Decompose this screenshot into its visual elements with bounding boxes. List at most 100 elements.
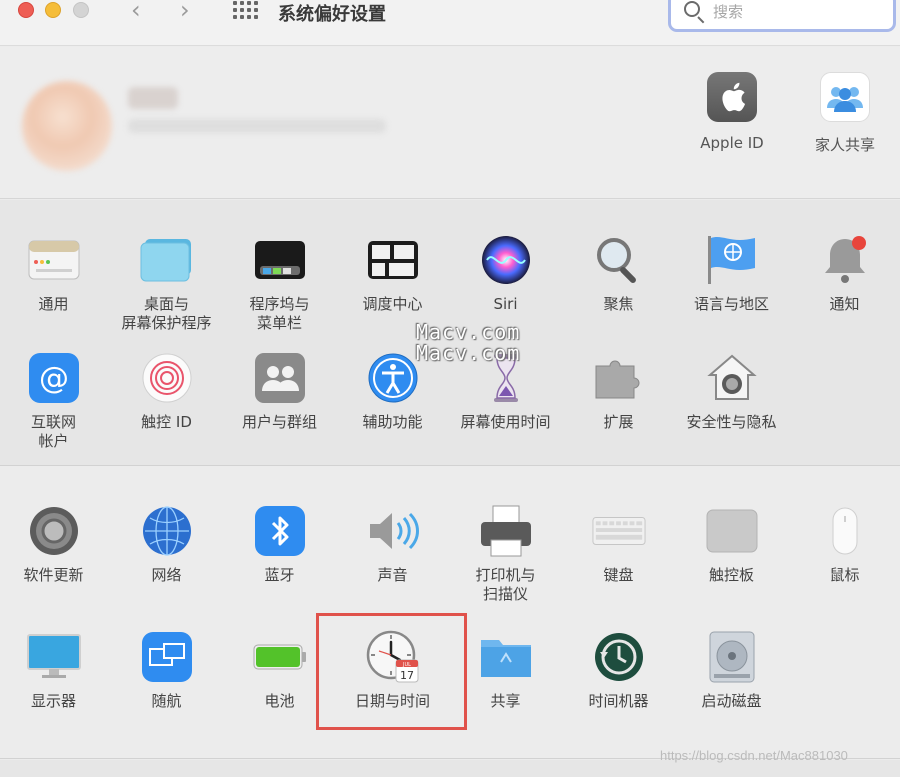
pref-extensions[interactable]: 扩展 (562, 351, 675, 432)
spotlight-label: 聚焦 (603, 295, 634, 313)
general-icon (27, 233, 81, 287)
pref-displays[interactable]: 显示器 (0, 630, 110, 711)
pref-users-groups[interactable]: 用户与群组 (223, 351, 336, 432)
printer-icon (479, 504, 533, 558)
language-flag-icon (705, 233, 759, 287)
pref-internet-accounts[interactable]: @ 互联网 帐户 (0, 351, 110, 451)
siri-icon (479, 233, 533, 287)
pref-mission-control[interactable]: 调度中心 (336, 233, 449, 314)
security-privacy-label: 安全性与隐私 (686, 413, 777, 431)
keyboard-icon (591, 504, 646, 558)
fingerprint-icon (140, 351, 194, 405)
displays-label: 显示器 (30, 692, 76, 710)
account-subtitle-blurred (128, 119, 386, 133)
pref-trackpad[interactable]: 触控板 (675, 504, 788, 585)
pref-security-privacy[interactable]: 安全性与隐私 (675, 351, 788, 432)
accessibility-person-icon (366, 351, 420, 405)
trackpad-icon (705, 504, 759, 558)
time-machine-label: 时间机器 (588, 692, 649, 710)
pref-notifications[interactable]: 通知 (788, 233, 900, 314)
dock-menubar-label: 程序坞与 菜单栏 (249, 295, 310, 332)
pref-spotlight[interactable]: 聚焦 (562, 233, 675, 314)
pref-mouse[interactable]: 鼠标 (788, 504, 900, 585)
pref-sound[interactable]: 声音 (336, 504, 449, 585)
bluetooth-icon (253, 504, 307, 558)
sidecar-icon (140, 630, 194, 684)
search-field[interactable]: 搜索 (668, 0, 896, 32)
date-time-highlight-box (316, 613, 467, 730)
screen-time-label: 屏幕使用时间 (460, 413, 551, 431)
pref-general[interactable]: 通用 (0, 233, 110, 314)
pref-language-region[interactable]: 语言与地区 (675, 233, 788, 314)
apple-id-icon[interactable] (707, 72, 757, 122)
spotlight-magnifier-icon (592, 233, 646, 287)
svg-text:@: @ (39, 361, 69, 396)
title-bar: ‹ › 系统偏好设置 搜索 (0, 0, 900, 46)
printers-scanners-label: 打印机与 扫描仪 (475, 566, 536, 603)
watermark-bottom: Macv.com (416, 341, 521, 365)
notifications-label: 通知 (829, 295, 860, 313)
mouse-icon (818, 504, 872, 558)
zoom-window-button[interactable] (73, 2, 89, 18)
show-all-grid-icon[interactable] (233, 1, 258, 19)
avatar[interactable] (22, 81, 112, 171)
search-placeholder: 搜索 (713, 3, 744, 21)
network-globe-icon (140, 504, 194, 558)
time-machine-icon (592, 630, 646, 684)
mission-control-label: 调度中心 (362, 295, 423, 313)
internet-accounts-label: 互联网 帐户 (30, 413, 76, 450)
language-region-label: 语言与地区 (693, 295, 769, 313)
mouse-label: 鼠标 (829, 566, 860, 584)
desktop-screensaver-icon (140, 233, 194, 287)
trackpad-label: 触控板 (708, 566, 754, 584)
software-update-gear-icon (27, 504, 81, 558)
back-arrow-icon[interactable]: ‹ (131, 0, 141, 22)
notification-bell-icon (818, 233, 872, 287)
minimize-window-button[interactable] (45, 2, 61, 18)
startup-disk-label: 启动磁盘 (701, 692, 762, 710)
pref-bluetooth[interactable]: 蓝牙 (223, 504, 336, 585)
sharing-folder-icon (479, 630, 533, 684)
pref-dock-menubar[interactable]: 程序坞与 菜单栏 (223, 233, 336, 333)
users-groups-label: 用户与群组 (241, 413, 317, 431)
users-groups-icon (253, 351, 307, 405)
keyboard-label: 键盘 (603, 566, 634, 584)
extensions-label: 扩展 (603, 413, 634, 431)
pref-software-update[interactable]: 软件更新 (0, 504, 110, 585)
bluetooth-label: 蓝牙 (264, 566, 295, 584)
forward-arrow-icon[interactable]: › (180, 0, 190, 22)
general-label: 通用 (38, 295, 69, 313)
source-watermark: https://blog.csdn.net/Mac881030 (660, 748, 848, 763)
software-update-label: 软件更新 (23, 566, 84, 584)
account-name-blurred (128, 87, 178, 109)
pref-time-machine[interactable]: 时间机器 (562, 630, 675, 711)
family-sharing-label[interactable]: 家人共享 (785, 134, 900, 155)
internet-accounts-at-icon: @ (27, 351, 81, 405)
touch-id-label: 触控 ID (141, 413, 192, 431)
puzzle-extension-icon (592, 351, 646, 405)
pref-network[interactable]: 网络 (110, 504, 223, 585)
search-icon (684, 1, 700, 17)
account-header: Apple ID 家人共享 (0, 47, 900, 199)
pref-desktop-screensaver[interactable]: 桌面与 屏幕保护程序 (110, 233, 223, 333)
siri-label: Siri (493, 295, 518, 313)
sidecar-label: 随航 (151, 692, 182, 710)
pref-touch-id[interactable]: 触控 ID (110, 351, 223, 432)
window-title: 系统偏好设置 (278, 4, 386, 25)
family-sharing-icon[interactable] (820, 72, 870, 122)
apple-id-label[interactable]: Apple ID (672, 134, 792, 152)
security-house-icon (705, 351, 759, 405)
pref-keyboard[interactable]: 键盘 (562, 504, 675, 585)
accessibility-label: 辅助功能 (362, 413, 423, 431)
pref-siri[interactable]: Siri (449, 233, 562, 314)
dock-icon (253, 233, 307, 287)
pref-printers-scanners[interactable]: 打印机与 扫描仪 (449, 504, 562, 604)
desktop-screensaver-label: 桌面与 屏幕保护程序 (121, 295, 212, 332)
close-window-button[interactable] (18, 2, 34, 18)
pref-sidecar[interactable]: 随航 (110, 630, 223, 711)
pref-startup-disk[interactable]: 启动磁盘 (675, 630, 788, 711)
battery-icon (253, 630, 307, 684)
speaker-icon (366, 504, 420, 558)
sound-label: 声音 (377, 566, 408, 584)
startup-disk-icon (705, 630, 759, 684)
